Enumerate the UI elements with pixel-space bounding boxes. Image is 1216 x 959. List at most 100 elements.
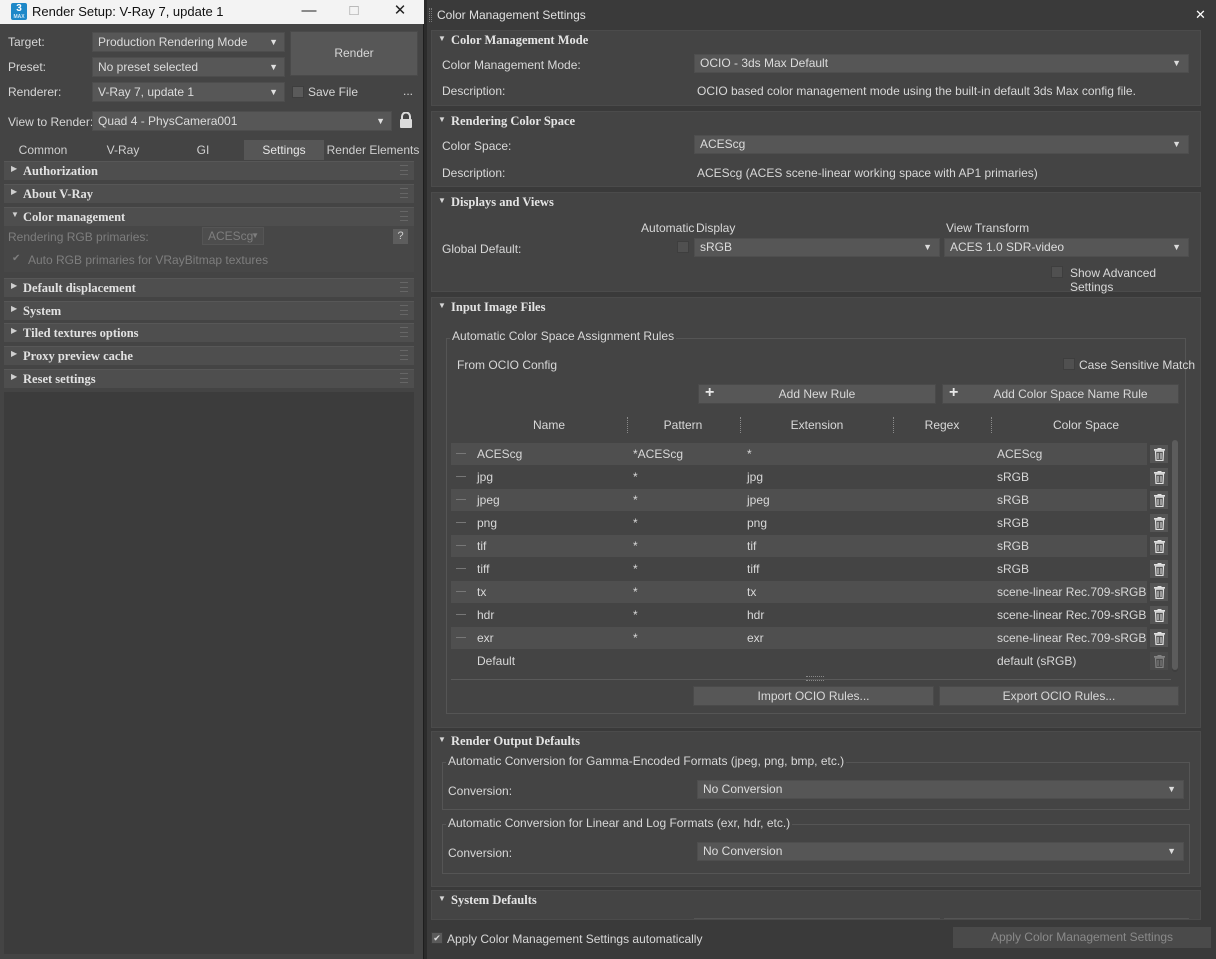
cm-window-title: Color Management Settings (437, 8, 586, 22)
drag-handle-icon[interactable] (400, 305, 408, 315)
import-ocio-rules-button[interactable]: Import OCIO Rules... (693, 686, 934, 706)
drag-handle-icon[interactable] (456, 545, 466, 546)
cell-pattern: * (633, 493, 638, 507)
output-defaults-header[interactable]: ▼ Render Output Defaults (432, 732, 1200, 752)
drag-handle-icon[interactable] (400, 211, 408, 221)
rollout-default-displacement[interactable]: ▶ Default displacement (4, 278, 414, 297)
chevron-down-icon: ▼ (251, 231, 259, 240)
drag-handle-icon[interactable] (456, 614, 466, 615)
display-dropdown[interactable]: sRGB ▼ (694, 238, 940, 257)
automatic-checkbox[interactable] (677, 241, 689, 253)
rollout-reset-settings[interactable]: ▶ Reset settings (4, 369, 414, 388)
cm-close-button[interactable]: ✕ (1195, 7, 1206, 23)
close-button[interactable]: ✕ (377, 0, 423, 24)
maximize-button[interactable]: □ (331, 0, 377, 24)
rendering-cs-header[interactable]: ▼ Rendering Color Space (432, 112, 1200, 132)
rollout-proxy-preview[interactable]: ▶ Proxy preview cache (4, 346, 414, 365)
show-advanced-checkbox[interactable] (1051, 266, 1063, 278)
trash-icon[interactable] (1149, 490, 1169, 510)
drag-handle-icon[interactable] (400, 373, 408, 383)
col-pattern[interactable]: Pattern (627, 418, 739, 432)
drag-handle-icon[interactable] (400, 327, 408, 337)
tab-common[interactable]: Common (4, 140, 82, 160)
trash-icon[interactable] (1149, 467, 1169, 487)
trash-icon[interactable] (1149, 536, 1169, 556)
rollout-tiled-textures[interactable]: ▶ Tiled textures options (4, 323, 414, 342)
rules-scrollbar-thumb[interactable] (1172, 440, 1178, 670)
system-defaults-header[interactable]: ▼ System Defaults (432, 891, 1200, 911)
tab-gi[interactable]: GI (164, 140, 242, 160)
trash-icon[interactable] (1149, 628, 1169, 648)
tab-settings[interactable]: Settings (244, 140, 324, 160)
apply-auto-checkbox[interactable]: ✔ (431, 932, 443, 944)
gamma-conversion-dropdown[interactable]: No Conversion ▼ (697, 780, 1184, 799)
resize-grip-icon[interactable] (806, 676, 824, 681)
rollout-system[interactable]: ▶ System (4, 301, 414, 320)
drag-handle-icon[interactable] (456, 476, 466, 477)
drag-handle-icon[interactable] (456, 499, 466, 500)
table-row[interactable]: ACEScg *ACEScg * ACEScg (451, 443, 1169, 465)
cm-mode-dropdown[interactable]: OCIO - 3ds Max Default ▼ (694, 54, 1189, 73)
cm-mode-header[interactable]: ▼ Color Management Mode (432, 31, 1200, 51)
table-row[interactable]: tif * tif sRGB (451, 535, 1169, 557)
table-row[interactable]: tiff * tiff sRGB (451, 558, 1169, 580)
add-new-rule-button[interactable]: + Add New Rule (698, 384, 936, 404)
drag-handle-icon[interactable] (456, 591, 466, 592)
export-ocio-rules-button[interactable]: Export OCIO Rules... (939, 686, 1179, 706)
view-to-render-dropdown[interactable]: Quad 4 - PhysCamera001 ▼ (92, 111, 392, 131)
case-sensitive-checkbox[interactable] (1063, 358, 1075, 370)
renderer-dropdown[interactable]: V-Ray 7, update 1 ▼ (92, 82, 285, 102)
render-button[interactable]: Render (290, 31, 418, 76)
checkmark-icon[interactable]: ✔ (12, 253, 20, 264)
lock-icon[interactable] (399, 111, 413, 129)
trash-icon[interactable] (1149, 651, 1169, 671)
rollout-about-vray[interactable]: ▶ About V-Ray (4, 184, 414, 203)
rollout-title: System (23, 304, 62, 318)
table-row[interactable]: exr * exr scene-linear Rec.709-sRGB (451, 627, 1169, 649)
rgb-primaries-dropdown[interactable]: ACEScg ▼ (202, 227, 264, 245)
plus-icon: + (705, 384, 715, 401)
table-row[interactable]: jpg * jpg sRGB (451, 466, 1169, 488)
drag-handle-icon[interactable] (456, 453, 466, 454)
trash-icon[interactable] (1149, 513, 1169, 533)
apply-cm-settings-button[interactable]: Apply Color Management Settings (953, 927, 1211, 948)
table-row[interactable]: png * png sRGB (451, 512, 1169, 534)
drag-handle-icon[interactable] (400, 282, 408, 292)
help-button[interactable]: ? (393, 229, 408, 244)
preset-dropdown[interactable]: No preset selected ▼ (92, 57, 285, 77)
table-row[interactable]: hdr * hdr scene-linear Rec.709-sRGB (451, 604, 1169, 626)
add-cs-name-rule-button[interactable]: + Add Color Space Name Rule (942, 384, 1179, 404)
view-transform-dropdown[interactable]: ACES 1.0 SDR-video ▼ (944, 238, 1189, 257)
trash-icon[interactable] (1149, 559, 1169, 579)
rollout-authorization[interactable]: ▶ Authorization (4, 161, 414, 180)
table-row[interactable]: jpeg * jpeg sRGB (451, 489, 1169, 511)
col-name[interactable]: Name (451, 418, 647, 432)
input-files-header[interactable]: ▼ Input Image Files (432, 298, 1200, 318)
col-extension[interactable]: Extension (741, 418, 893, 432)
linear-conversion-dropdown[interactable]: No Conversion ▼ (697, 842, 1184, 861)
tab-render-elements[interactable]: Render Elements (326, 140, 420, 160)
rollout-color-management[interactable]: ▼ Color management (4, 207, 414, 226)
trash-icon[interactable] (1149, 582, 1169, 602)
displays-header[interactable]: ▼ Displays and Views (432, 193, 1200, 213)
drag-grip-icon[interactable] (429, 8, 432, 22)
col-regex[interactable]: Regex (893, 418, 991, 432)
drag-handle-icon[interactable] (400, 165, 408, 175)
save-file-checkbox[interactable] (292, 86, 304, 98)
table-row[interactable]: tx * tx scene-linear Rec.709-sRGB (451, 581, 1169, 603)
drag-handle-icon[interactable] (400, 350, 408, 360)
cm-mode-value: OCIO - 3ds Max Default (700, 56, 829, 70)
table-row[interactable]: Default default (sRGB) (451, 650, 1169, 672)
drag-handle-icon[interactable] (456, 637, 466, 638)
drag-handle-icon[interactable] (456, 568, 466, 569)
browse-button[interactable]: ... (403, 84, 413, 98)
tab-vray[interactable]: V-Ray (84, 140, 162, 160)
trash-icon[interactable] (1149, 605, 1169, 625)
rendering-cs-dropdown[interactable]: ACEScg ▼ (694, 135, 1189, 154)
drag-handle-icon[interactable] (456, 522, 466, 523)
minimize-button[interactable]: — (286, 0, 332, 24)
drag-handle-icon[interactable] (400, 188, 408, 198)
target-dropdown[interactable]: Production Rendering Mode ▼ (92, 32, 285, 52)
trash-icon[interactable] (1149, 444, 1169, 464)
col-color-space[interactable]: Color Space (991, 418, 1181, 432)
